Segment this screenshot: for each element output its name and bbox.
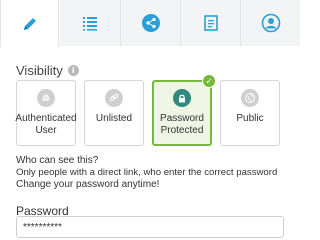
share-icon <box>141 14 160 32</box>
visibility-option-public[interactable]: Public <box>220 80 280 146</box>
document-icon <box>203 15 218 31</box>
visibility-option-password-protected[interactable]: Password Protected ✓ <box>152 74 216 146</box>
visibility-label: Visibility <box>16 63 63 78</box>
fingerprint-icon <box>37 89 55 107</box>
helper-note: Change your password anytime! <box>16 179 160 190</box>
info-icon[interactable]: i <box>67 65 79 76</box>
tab-edit[interactable] <box>0 0 59 47</box>
visibility-option-authenticated-user[interactable]: Authenticated User <box>15 80 77 146</box>
visibility-option-unlisted[interactable]: Unlisted <box>84 80 144 146</box>
tab-list[interactable] <box>60 0 120 46</box>
option-label: Password Protected <box>160 113 204 136</box>
selected-check-icon: ✓ <box>202 74 216 88</box>
tab-profile[interactable] <box>241 0 300 46</box>
link-icon <box>105 89 123 107</box>
option-label: Unlisted <box>95 113 133 124</box>
helper-description: Only people with a direct link, who ente… <box>16 167 278 178</box>
option-label: Authenticated User <box>15 113 77 136</box>
tab-share[interactable] <box>121 0 180 46</box>
globe-icon <box>241 89 259 107</box>
lock-icon <box>173 89 191 107</box>
user-icon <box>261 13 280 33</box>
tab-document[interactable] <box>181 0 240 46</box>
list-icon <box>83 17 97 31</box>
option-label: Public <box>236 113 264 124</box>
pencil-icon <box>23 17 36 30</box>
password-field[interactable] <box>16 216 284 238</box>
tab-bar <box>0 0 300 47</box>
helper-question: Who can see this? <box>16 155 99 166</box>
visibility-heading: Visibility i <box>16 63 79 78</box>
